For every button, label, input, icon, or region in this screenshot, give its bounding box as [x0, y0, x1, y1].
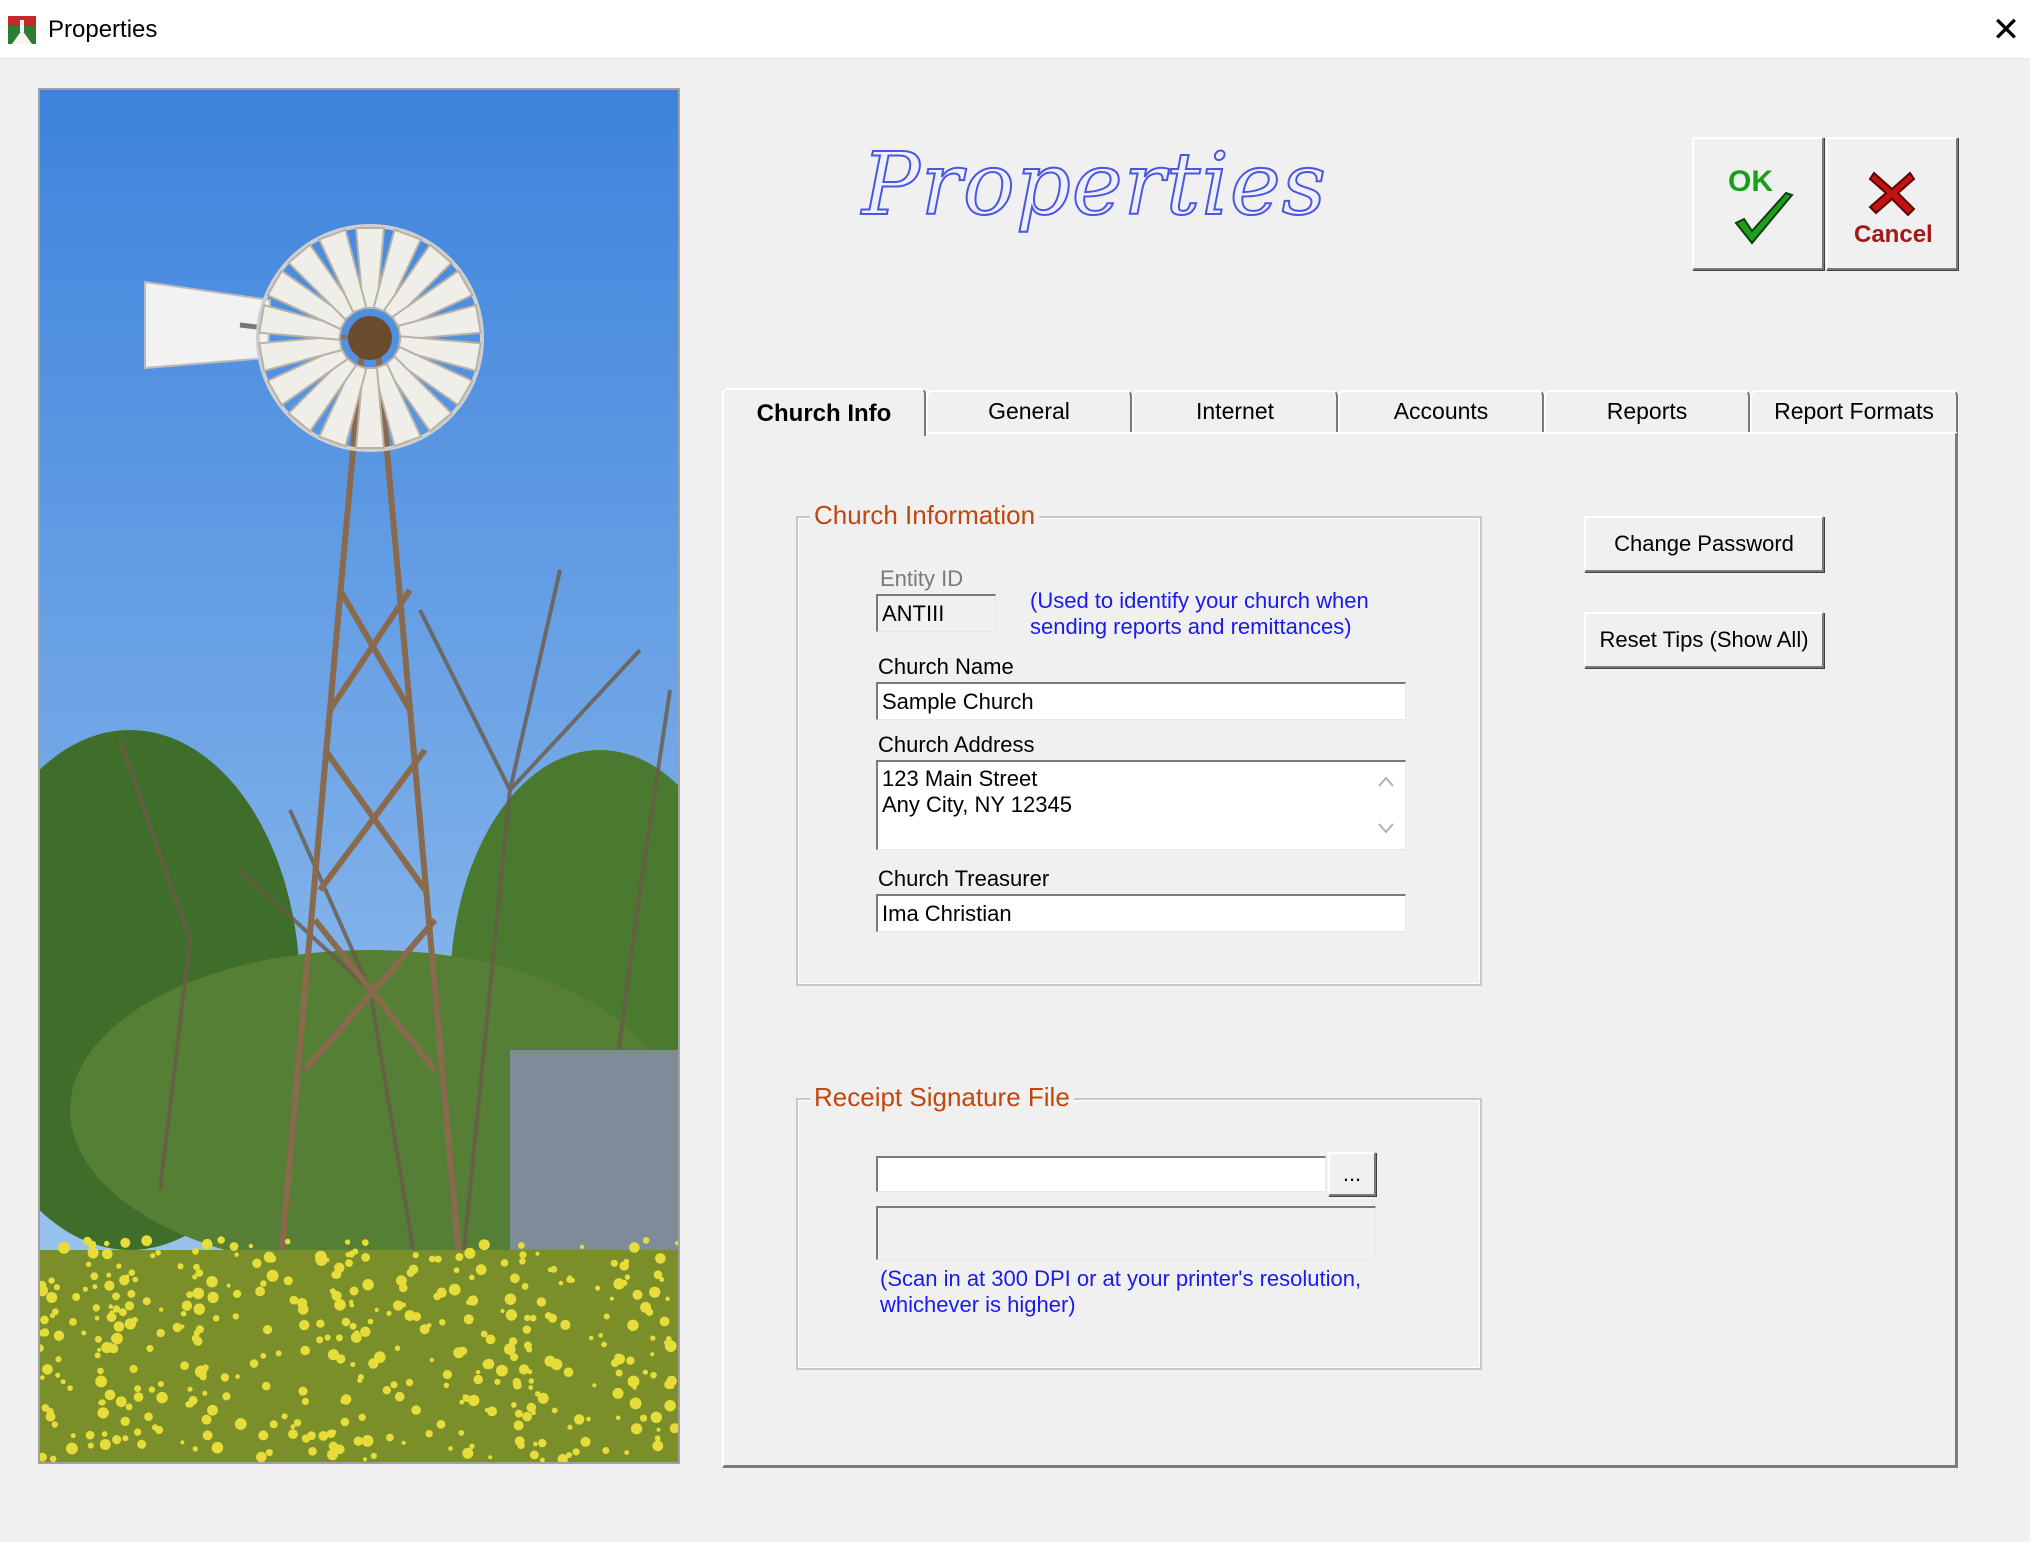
church-app-icon [6, 14, 38, 46]
window-edge [2030, 0, 2038, 1544]
signature-hint: (Scan in at 300 DPI or at your printer's… [880, 1266, 1362, 1317]
windmill-photo [38, 88, 680, 1464]
church-address-input[interactable]: 123 Main Street Any City, NY 12345 [876, 760, 1406, 850]
church-address-label: Church Address [878, 732, 1035, 757]
close-icon[interactable]: ✕ [1978, 8, 2034, 52]
entity-id-field [876, 594, 996, 632]
church-information-title: Church Information [810, 500, 1040, 531]
x-icon [1868, 171, 1916, 217]
church-treasurer-input[interactable] [876, 894, 1406, 932]
address-scrollbar[interactable] [1370, 764, 1402, 846]
tab-report-formats[interactable]: Report Formats [1750, 390, 1958, 432]
church-name-label: Church Name [878, 654, 1014, 679]
chevron-down-icon [1378, 823, 1394, 834]
entity-id-label: Entity ID [880, 566, 964, 591]
cancel-label: Cancel [1854, 221, 1933, 248]
browse-button[interactable]: ... [1328, 1152, 1376, 1196]
checkmark-icon [1734, 191, 1794, 245]
title-bar [0, 0, 2038, 59]
change-password-button[interactable]: Change Password [1584, 516, 1824, 572]
signature-file-input[interactable] [876, 1156, 1326, 1192]
tab-internet[interactable]: Internet [1132, 390, 1338, 432]
page-heading: Properties [861, 134, 1327, 236]
tab-general[interactable]: General [926, 390, 1132, 432]
signature-preview [876, 1206, 1376, 1260]
receipt-signature-title: Receipt Signature File [810, 1082, 1074, 1113]
tab-church-info[interactable]: Church Info [722, 388, 926, 436]
window-title: Properties [48, 16, 158, 43]
chevron-up-icon [1378, 776, 1394, 787]
entity-id-hint: (Used to identify your church when sendi… [1030, 588, 1369, 639]
reset-tips-button[interactable]: Reset Tips (Show All) [1584, 612, 1824, 668]
tab-accounts[interactable]: Accounts [1338, 390, 1544, 432]
church-treasurer-label: Church Treasurer [878, 866, 1050, 891]
tab-reports[interactable]: Reports [1544, 390, 1750, 432]
ok-button[interactable]: OK [1692, 137, 1824, 270]
cancel-button[interactable]: Cancel [1826, 137, 1958, 270]
church-name-input[interactable] [876, 682, 1406, 720]
